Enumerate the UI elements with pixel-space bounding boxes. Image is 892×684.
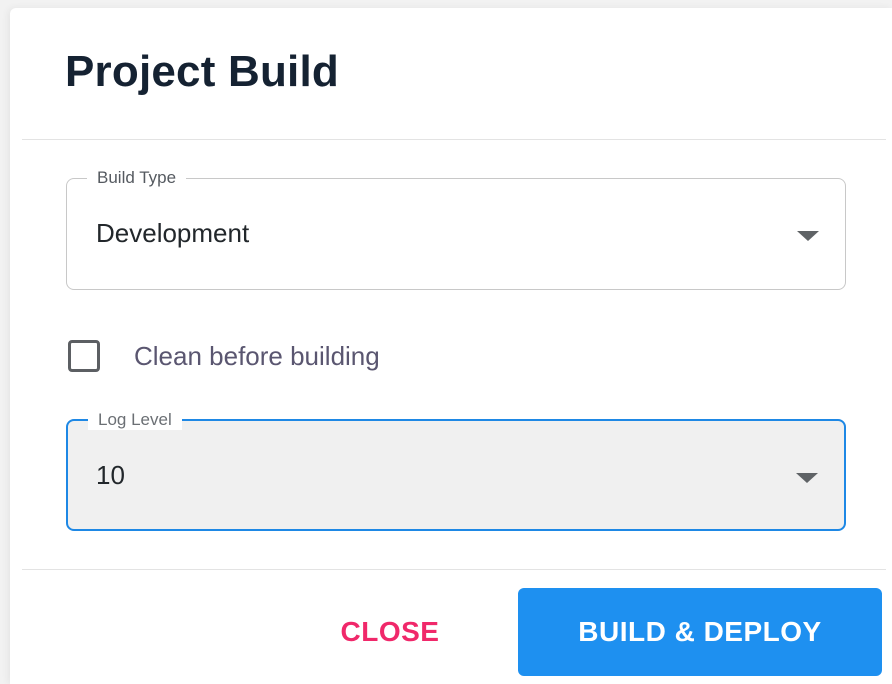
build-type-value: Development — [96, 218, 250, 248]
header-divider — [22, 139, 886, 140]
clean-before-building-label: Clean before building — [134, 341, 380, 371]
footer-divider — [22, 569, 886, 570]
clean-before-building-checkbox[interactable] — [68, 340, 100, 372]
project-build-dialog: Project Build Build Type Development Cle… — [10, 8, 892, 684]
caret-down-icon — [796, 473, 818, 483]
close-button[interactable]: CLOSE — [310, 588, 470, 676]
clean-before-building-option[interactable]: Clean before building — [68, 336, 380, 376]
log-level-label: Log Level — [88, 410, 182, 430]
caret-down-icon — [797, 231, 819, 241]
build-and-deploy-button[interactable]: BUILD & DEPLOY — [518, 588, 882, 676]
build-type-label: Build Type — [87, 168, 187, 188]
build-type-select[interactable]: Build Type Development — [66, 168, 846, 290]
log-level-value: 10 — [96, 460, 125, 490]
log-level-select[interactable]: Log Level 10 — [66, 410, 846, 531]
dialog-title: Project Build — [65, 47, 339, 96]
